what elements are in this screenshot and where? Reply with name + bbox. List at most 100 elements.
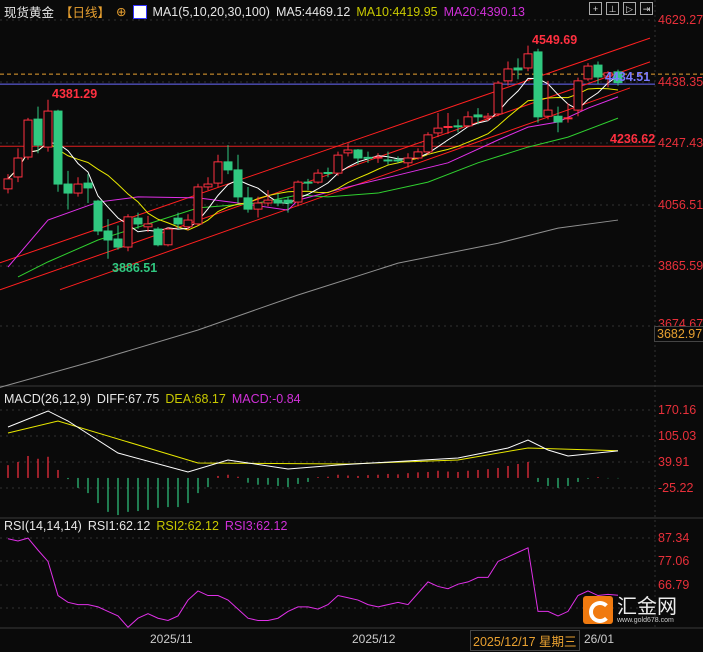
high-label: 4381.29 xyxy=(52,87,97,101)
date-label: 26/01 xyxy=(584,632,615,646)
ma-indicator-icon[interactable] xyxy=(132,4,147,19)
price-tick: 3865.59 xyxy=(658,259,703,273)
price-tick: 4056.51 xyxy=(658,198,703,212)
candle-up xyxy=(3,178,13,190)
chart-header: 现货黄金 【日线】 ⊕ MA1(5,10,20,30,100) MA5:4469… xyxy=(4,2,525,21)
logo-url: www.gold678.com xyxy=(617,616,674,624)
candle-up xyxy=(13,157,23,178)
candle-up xyxy=(333,154,343,174)
current-price-box: 3682.97 xyxy=(654,326,703,342)
price-tick: 4629.27 xyxy=(658,13,703,27)
candle-up xyxy=(483,115,493,119)
macd-tick: 39.91 xyxy=(658,455,690,469)
candle-up xyxy=(543,109,553,117)
gold678-logo: 汇金网 www.gold678.com xyxy=(583,596,677,624)
channel-line xyxy=(0,61,651,291)
crosshair-icon[interactable]: + xyxy=(589,2,602,15)
macd-dea-line xyxy=(7,420,619,465)
period-selector[interactable]: 【日线】 xyxy=(60,2,110,21)
candle-up xyxy=(463,116,473,127)
candle-down xyxy=(553,115,563,123)
candle-down xyxy=(323,171,333,174)
candle-down xyxy=(243,197,253,210)
candle-up xyxy=(263,199,273,204)
candle-down xyxy=(93,200,103,232)
candle-down xyxy=(103,230,113,241)
candle-up xyxy=(213,161,223,184)
candle-up xyxy=(423,134,433,153)
macd-diff: DIFF:67.75 xyxy=(96,392,160,406)
candle-up xyxy=(343,149,353,154)
candle-down xyxy=(283,199,293,204)
candle-up xyxy=(183,219,193,228)
rsi2-value: RSI2:62.12 xyxy=(156,519,219,533)
instrument-name: 现货黄金 xyxy=(4,6,55,20)
rsi-title: RSI(14,14,14) xyxy=(4,519,82,533)
macd-dea: DEA:68.17 xyxy=(165,392,226,406)
candle-down xyxy=(593,64,603,78)
ma20-line xyxy=(7,96,619,268)
macd-value: MACD:-0.84 xyxy=(231,392,301,406)
candle-down xyxy=(173,217,183,225)
candle-down xyxy=(383,159,393,162)
candle-down xyxy=(153,228,163,246)
candle-up xyxy=(413,151,423,159)
ma20-value: MA20:4390.13 xyxy=(443,4,525,19)
level-label: 4236.62 xyxy=(610,132,655,146)
settings-circle-icon[interactable]: ⊕ xyxy=(116,4,126,19)
candle-down xyxy=(353,149,363,159)
candle-up xyxy=(163,228,173,246)
macd-tick: 105.03 xyxy=(658,429,697,443)
logo-name: 汇金网 xyxy=(617,595,677,618)
candle-up xyxy=(493,82,503,115)
candle-down xyxy=(513,67,523,71)
candle-up xyxy=(203,183,213,188)
candle-up xyxy=(43,110,53,148)
date-label: 2025/11 xyxy=(150,632,193,646)
candle-up xyxy=(123,216,133,248)
scroll-end-icon[interactable]: ⇥ xyxy=(640,2,653,15)
candle-down xyxy=(473,114,483,118)
ma10-value: MA10:4419.95 xyxy=(356,4,438,19)
candle-down xyxy=(33,118,43,146)
macd-title: MACD(26,12,9) xyxy=(4,392,91,406)
candle-up xyxy=(253,202,263,210)
chart-canvas[interactable]: 4549.69 4381.29 3886.51 4236.62 4434.51 xyxy=(0,0,703,652)
candle-up xyxy=(503,68,513,82)
macd-tick: -25.22 xyxy=(658,481,694,495)
rsi3-value: RSI3:62.12 xyxy=(224,519,288,533)
price-tick: 4438.35 xyxy=(658,75,703,89)
candle-down xyxy=(233,169,243,198)
candle-down xyxy=(63,183,73,194)
candle-up xyxy=(313,172,323,183)
candle-down xyxy=(83,182,93,189)
candle-up xyxy=(193,186,203,225)
rsi-tick: 87.34 xyxy=(658,531,690,545)
rsi-tick: 66.79 xyxy=(658,578,690,592)
candle-down xyxy=(53,110,63,185)
channel-line xyxy=(59,87,631,291)
crosshair-date-label: 2025/12/17 星期三 xyxy=(470,630,580,651)
candle-up xyxy=(73,183,83,194)
macd-header: MACD(26,12,9) DIFF:67.75 DEA:68.17 MACD:… xyxy=(4,392,301,406)
rsi1-value: RSI1:62.12 xyxy=(87,519,151,533)
macd-tick: 170.16 xyxy=(658,403,697,417)
candle-up xyxy=(583,65,593,80)
zoom-out-icon[interactable]: ▷ xyxy=(623,2,636,15)
low-label: 3886.51 xyxy=(112,261,157,275)
price-tick: 4247.43 xyxy=(658,136,703,150)
date-label: 2025/12 xyxy=(352,632,396,646)
candle-down xyxy=(223,161,233,171)
candle-down xyxy=(133,217,143,225)
candle-up xyxy=(573,80,583,111)
ma5-value: MA5:4469.12 xyxy=(275,4,351,19)
candle-down xyxy=(113,238,123,248)
candle-up xyxy=(523,53,533,69)
candle-up xyxy=(433,127,443,134)
candle-down xyxy=(303,181,313,184)
rsi-line xyxy=(7,537,619,629)
last-price-label: 4434.51 xyxy=(605,70,650,84)
zoom-in-icon[interactable]: ⊥ xyxy=(606,2,619,15)
candle-up xyxy=(443,126,453,129)
candle-up xyxy=(563,117,573,120)
